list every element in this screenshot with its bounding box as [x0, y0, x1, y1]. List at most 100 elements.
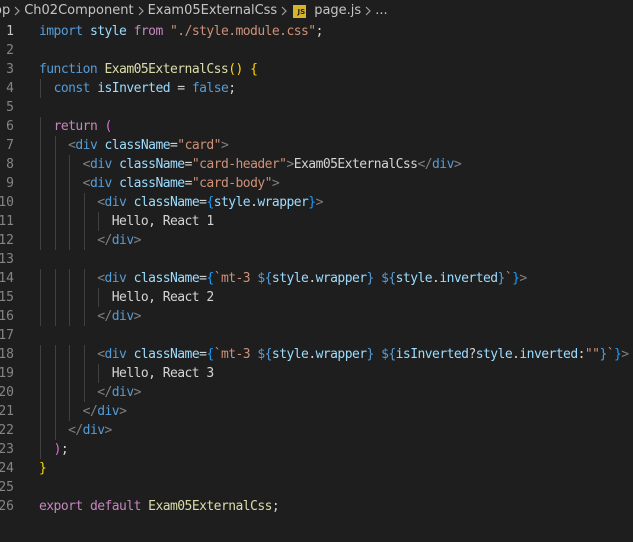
code-token: </: [97, 309, 112, 324]
code-line[interactable]: 18 <div className={`mt-3 ${style.wrapper…: [0, 345, 633, 364]
line-number: 10: [0, 195, 14, 210]
breadcrumb-item-ellipsis[interactable]: ...: [375, 0, 387, 22]
code-token: .: [308, 347, 316, 362]
code-line[interactable]: 8 <div className="card-header">Exam05Ext…: [0, 155, 633, 174]
line-number: 20: [0, 385, 14, 400]
code-line[interactable]: 11 Hello, React 1: [0, 212, 633, 231]
code-line[interactable]: 6 return (: [0, 117, 633, 136]
breadcrumb: op Ch02Component Exam05ExternalCss JS pa…: [0, 0, 633, 22]
code-line[interactable]: 13: [0, 250, 633, 269]
line-number: 16: [0, 309, 14, 324]
line-content: <div className={style.wrapper}>: [39, 193, 323, 212]
code-area[interactable]: 1 import style from "./style.module.css";…: [0, 22, 633, 516]
code-token: >: [286, 157, 294, 172]
code-token: }: [366, 271, 375, 286]
code-token: Exam05ExternalCss: [104, 62, 229, 77]
code-line[interactable]: 1 import style from "./style.module.css";: [0, 22, 633, 41]
javascript-file-icon: JS: [293, 4, 307, 18]
code-line[interactable]: 20 </div>: [0, 383, 633, 402]
line-number: 11: [0, 214, 14, 229]
code-line[interactable]: 21 </div>: [0, 402, 633, 421]
code-token: isInverted: [395, 347, 469, 362]
code-line[interactable]: 17: [0, 326, 633, 345]
code-token: >: [271, 176, 280, 191]
code-token: wrapper: [257, 195, 309, 210]
code-token: div: [104, 271, 127, 286]
code-token: <: [97, 347, 105, 362]
code-line[interactable]: 26 export default Exam05ExternalCss;: [0, 497, 633, 516]
code-line[interactable]: 7 <div className="card">: [0, 136, 633, 155]
breadcrumb-item-exam05externalcss[interactable]: Exam05ExternalCss: [148, 0, 278, 22]
code-line[interactable]: 3 function Exam05ExternalCss() {: [0, 60, 633, 79]
code-token: ;: [271, 499, 280, 514]
code-token: style: [89, 24, 127, 39]
code-token: >: [621, 347, 629, 362]
code-token: style: [271, 347, 309, 362]
line-content: export default Exam05ExternalCss;: [39, 497, 280, 516]
code-line[interactable]: 12 </div>: [0, 231, 633, 250]
code-line[interactable]: 5: [0, 98, 633, 117]
code-token: }: [497, 271, 506, 286]
code-token: =: [184, 157, 193, 172]
code-token: Exam05ExternalCss: [148, 499, 272, 514]
code-line[interactable]: 15 Hello, React 2: [0, 288, 633, 307]
line-number: 1: [6, 24, 14, 39]
code-token: (: [104, 119, 113, 134]
code-token: ${: [257, 271, 272, 286]
line-content: </div>: [39, 421, 112, 440]
breadcrumb-item-root[interactable]: op: [0, 0, 10, 22]
line-number: 2: [6, 43, 14, 58]
breadcrumb-track: op Ch02Component Exam05ExternalCss JS pa…: [0, 0, 388, 22]
code-line[interactable]: 23 );: [0, 440, 633, 459]
code-token: div: [111, 385, 134, 400]
breadcrumb-item-page-js[interactable]: page.js: [314, 0, 361, 22]
code-token: Hello, React 3: [39, 366, 214, 381]
code-token: className: [119, 176, 185, 191]
line-number: 21: [0, 404, 14, 419]
code-line[interactable]: 10 <div className={style.wrapper}>: [0, 193, 633, 212]
line-content: return (: [39, 117, 113, 136]
code-token: export: [39, 499, 83, 514]
code-token: :: [577, 347, 586, 362]
code-token: </: [68, 423, 83, 438]
code-token: style: [395, 271, 433, 286]
line-number: 23: [0, 442, 14, 457]
breadcrumb-item-ch02component[interactable]: Ch02Component: [24, 0, 133, 22]
code-line[interactable]: 22 </div>: [0, 421, 633, 440]
code-line[interactable]: 19 Hello, React 3: [0, 364, 633, 383]
code-token: =: [184, 176, 193, 191]
code-token: ?: [468, 347, 476, 362]
code-editor[interactable]: op Ch02Component Exam05ExternalCss JS pa…: [0, 0, 633, 542]
line-number: 13: [0, 252, 14, 267]
code-token: div: [75, 138, 98, 153]
chevron-right-icon: [361, 6, 375, 16]
code-token: default: [89, 499, 141, 514]
code-line[interactable]: 16 </div>: [0, 307, 633, 326]
code-line[interactable]: 4 const isInverted = false;: [0, 79, 633, 98]
code-token: </: [97, 233, 112, 248]
code-token: ${: [257, 347, 272, 362]
code-line[interactable]: 25: [0, 478, 633, 497]
code-line[interactable]: 9 <div className="card-body">: [0, 174, 633, 193]
line-content: import style from "./style.module.css";: [39, 22, 323, 41]
line-number: 18: [0, 347, 14, 362]
line-number: 7: [6, 138, 14, 153]
code-token: ): [53, 442, 62, 457]
code-token: className: [119, 157, 185, 172]
code-token: }: [366, 347, 375, 362]
code-token: }: [308, 195, 316, 210]
code-token: className: [133, 271, 200, 286]
line-content: Hello, React 1: [39, 212, 214, 231]
code-line[interactable]: 2: [0, 41, 633, 60]
code-token: div: [89, 176, 112, 191]
code-line[interactable]: 24}: [0, 459, 633, 478]
code-line[interactable]: 14 <div className={`mt-3 ${style.wrapper…: [0, 269, 633, 288]
code-token: }: [599, 347, 607, 362]
